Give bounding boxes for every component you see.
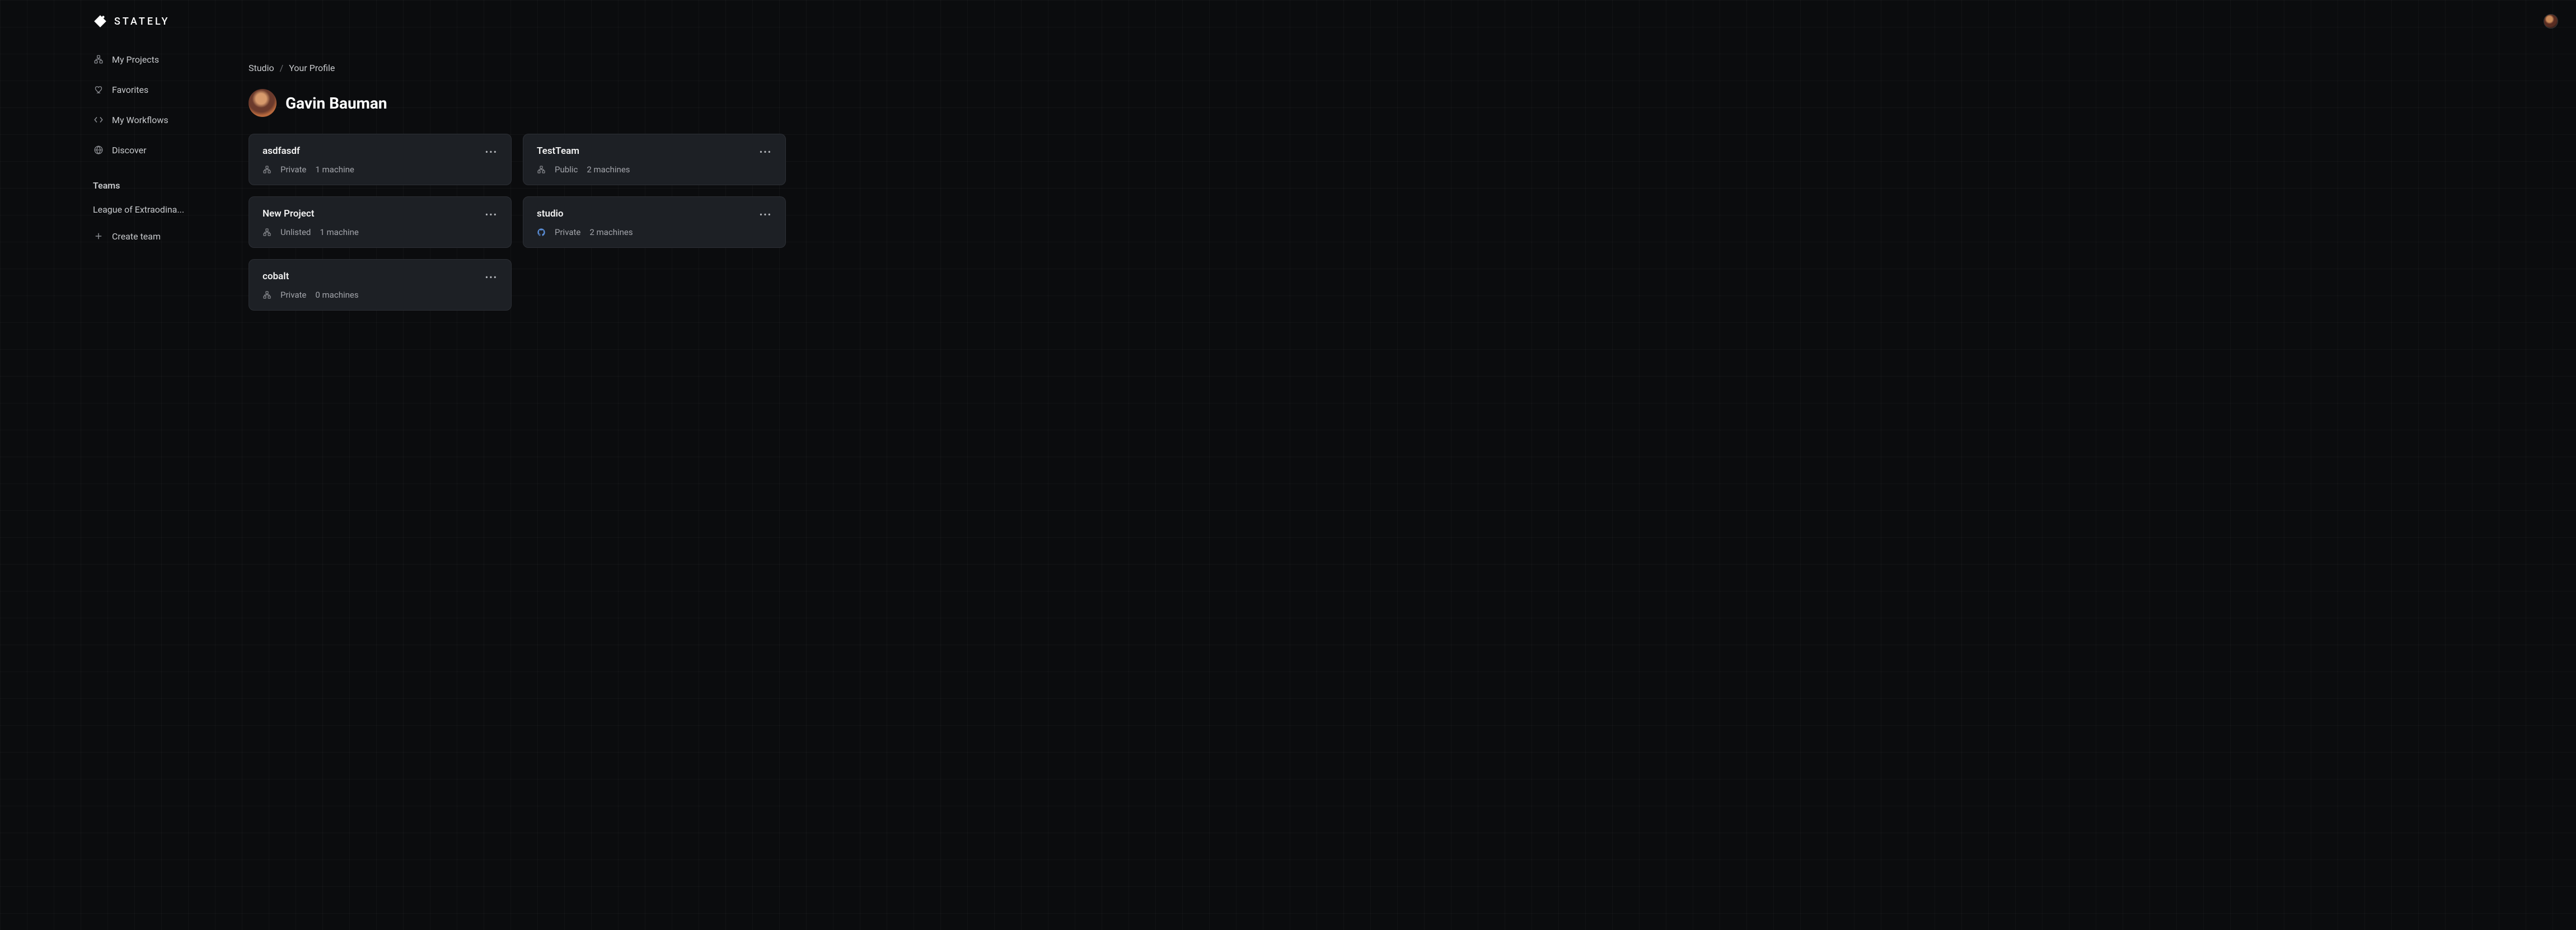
- project-machines: 1 machine: [320, 227, 358, 237]
- heart-icon: [93, 84, 104, 95]
- create-team-button[interactable]: Create team: [93, 231, 194, 242]
- sidebar: My Projects Favorites My Workflows: [93, 43, 194, 311]
- brand-logo[interactable]: STATELY: [93, 14, 170, 29]
- project-title: cobalt: [263, 271, 498, 282]
- project-meta: Private 0 machines: [263, 290, 498, 300]
- project-source-icon: [537, 165, 546, 174]
- profile-header: Gavin Bauman: [249, 89, 786, 117]
- project-menu-button[interactable]: •••: [757, 208, 774, 221]
- brand-name: STATELY: [114, 16, 170, 27]
- project-title: asdfasdf: [263, 145, 498, 157]
- workflows-icon: [93, 114, 104, 125]
- project-source-icon: [537, 228, 546, 237]
- project-grid: asdfasdfPrivate1 machine•••TestTeamPubli…: [249, 134, 786, 311]
- project-meta: Unlisted 1 machine: [263, 227, 498, 237]
- sidebar-item-label: My Workflows: [112, 115, 168, 125]
- project-menu-button[interactable]: •••: [757, 145, 774, 158]
- project-card[interactable]: asdfasdf Private 1 machine •••: [249, 134, 512, 185]
- project-machines: 0 machines: [315, 290, 358, 300]
- sidebar-item-label: My Projects: [112, 54, 159, 65]
- projects-icon: [93, 54, 104, 65]
- stately-logo-icon: [93, 14, 107, 29]
- project-meta: Private 2 machines: [537, 227, 772, 237]
- project-visibility: Private: [280, 165, 306, 175]
- project-card[interactable]: cobalt Private 0 machines •••: [249, 259, 512, 311]
- sidebar-item-my-workflows[interactable]: My Workflows: [93, 114, 194, 125]
- plus-icon: [93, 231, 104, 242]
- project-source-icon: [263, 290, 271, 299]
- sidebar-item-my-projects[interactable]: My Projects: [93, 54, 194, 65]
- topbar: STATELY: [0, 0, 2576, 43]
- project-visibility: Private: [280, 290, 306, 300]
- user-avatar[interactable]: [2544, 14, 2558, 29]
- profile-avatar: [249, 89, 277, 117]
- sidebar-item-label: Favorites: [112, 84, 148, 95]
- project-visibility: Unlisted: [280, 227, 311, 237]
- teams-header: Teams: [93, 180, 194, 191]
- project-menu-button[interactable]: •••: [483, 145, 500, 158]
- project-title: studio: [537, 208, 772, 219]
- breadcrumb-current: Your Profile: [289, 63, 335, 73]
- project-visibility: Public: [555, 165, 578, 175]
- sidebar-item-label: Discover: [112, 145, 147, 156]
- project-machines: 2 machines: [587, 165, 630, 175]
- create-team-label: Create team: [112, 231, 161, 242]
- sidebar-item-discover[interactable]: Discover: [93, 144, 194, 156]
- project-menu-button[interactable]: •••: [483, 208, 500, 221]
- project-card[interactable]: TestTeam Public 2 machines •••: [523, 134, 786, 185]
- breadcrumb-root[interactable]: Studio: [249, 63, 274, 73]
- profile-name: Gavin Bauman: [285, 94, 387, 112]
- globe-icon: [93, 144, 104, 156]
- project-menu-button[interactable]: •••: [483, 271, 500, 284]
- project-machines: 2 machines: [589, 227, 633, 237]
- breadcrumb-separator: /: [280, 63, 284, 73]
- project-source-icon: [263, 165, 271, 174]
- breadcrumb: Studio / Your Profile: [249, 63, 786, 73]
- project-machines: 1 machine: [315, 165, 354, 175]
- project-meta: Private 1 machine: [263, 165, 498, 175]
- project-title: New Project: [263, 208, 498, 219]
- project-meta: Public 2 machines: [537, 165, 772, 175]
- project-visibility: Private: [555, 227, 580, 237]
- main-content: Studio / Your Profile Gavin Bauman asdfa…: [249, 43, 808, 311]
- sidebar-item-favorites[interactable]: Favorites: [93, 84, 194, 95]
- project-card[interactable]: New Project Unlisted 1 machine •••: [249, 196, 512, 248]
- project-card[interactable]: studio Private 2 machines •••: [523, 196, 786, 248]
- team-link[interactable]: League of Extraodina...: [93, 204, 191, 215]
- project-source-icon: [263, 228, 271, 237]
- project-title: TestTeam: [537, 145, 772, 157]
